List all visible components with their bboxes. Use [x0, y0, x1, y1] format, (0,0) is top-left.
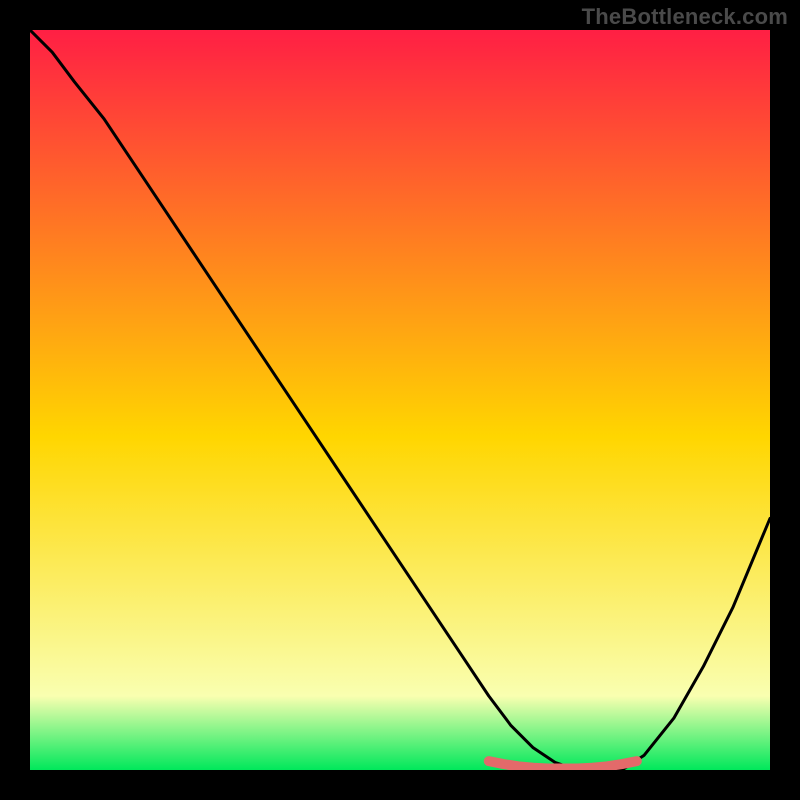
chart-svg: [30, 30, 770, 770]
watermark-text: TheBottleneck.com: [582, 4, 788, 30]
chart-container: TheBottleneck.com: [0, 0, 800, 800]
plot-area: [30, 30, 770, 770]
gradient-background: [30, 30, 770, 770]
